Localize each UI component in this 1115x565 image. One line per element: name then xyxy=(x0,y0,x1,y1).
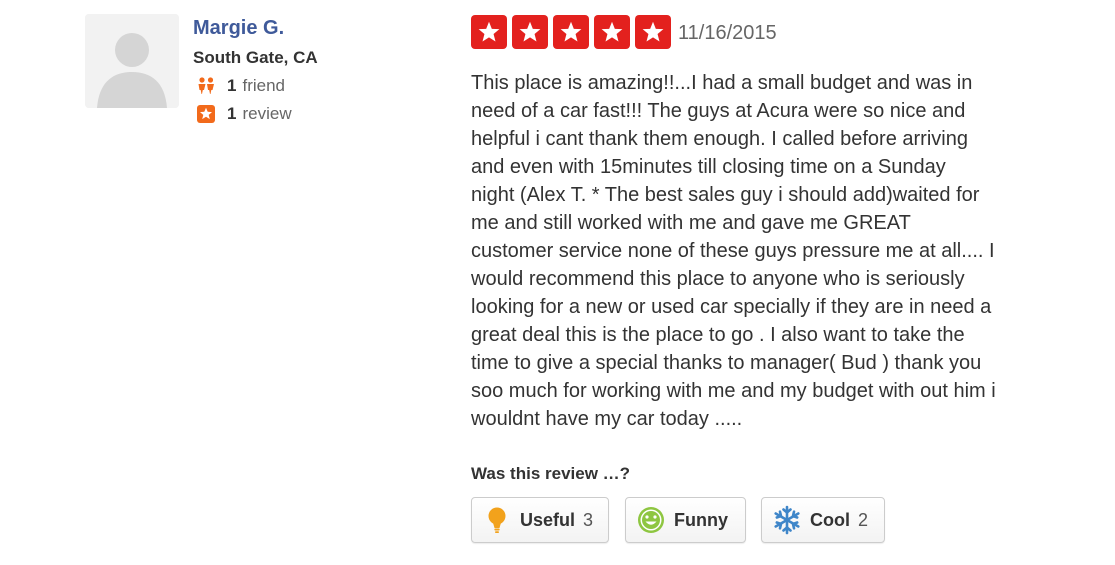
user-location: South Gate, CA xyxy=(193,48,318,67)
friends-stat: 1 friend xyxy=(196,75,285,97)
smiley-icon xyxy=(636,505,666,535)
star-icon xyxy=(512,15,548,49)
lightbulb-icon xyxy=(482,505,512,535)
snowflake-icon xyxy=(772,505,802,535)
default-avatar-silhouette-icon xyxy=(85,14,179,108)
useful-count: 3 xyxy=(583,509,594,530)
reviews-stat: 1 review xyxy=(196,103,292,125)
star-icon xyxy=(471,15,507,49)
cool-button[interactable]: Cool 2 xyxy=(761,497,885,543)
vote-prompt: Was this review …? xyxy=(471,464,631,483)
avatar[interactable] xyxy=(85,14,179,108)
cool-count: 2 xyxy=(858,509,869,530)
star-icon xyxy=(635,15,671,49)
review-date: 11/16/2015 xyxy=(678,22,777,44)
review-text: This place is amazing!!...I had a small … xyxy=(471,72,996,430)
friends-count: 1 xyxy=(227,76,237,95)
star-rating xyxy=(471,15,676,49)
review-star-icon xyxy=(196,104,216,124)
star-icon xyxy=(594,15,630,49)
reviews-label: review xyxy=(242,104,292,123)
funny-button[interactable]: Funny xyxy=(625,497,746,543)
user-name-link[interactable]: Margie G. xyxy=(193,17,284,40)
cool-label: Cool xyxy=(810,509,850,530)
useful-label: Useful xyxy=(520,509,576,530)
reviews-count: 1 xyxy=(227,104,237,123)
friends-icon xyxy=(196,76,216,96)
funny-label: Funny xyxy=(674,509,728,530)
star-icon xyxy=(553,15,589,49)
friends-label: friend xyxy=(242,76,285,95)
useful-button[interactable]: Useful 3 xyxy=(471,497,609,543)
